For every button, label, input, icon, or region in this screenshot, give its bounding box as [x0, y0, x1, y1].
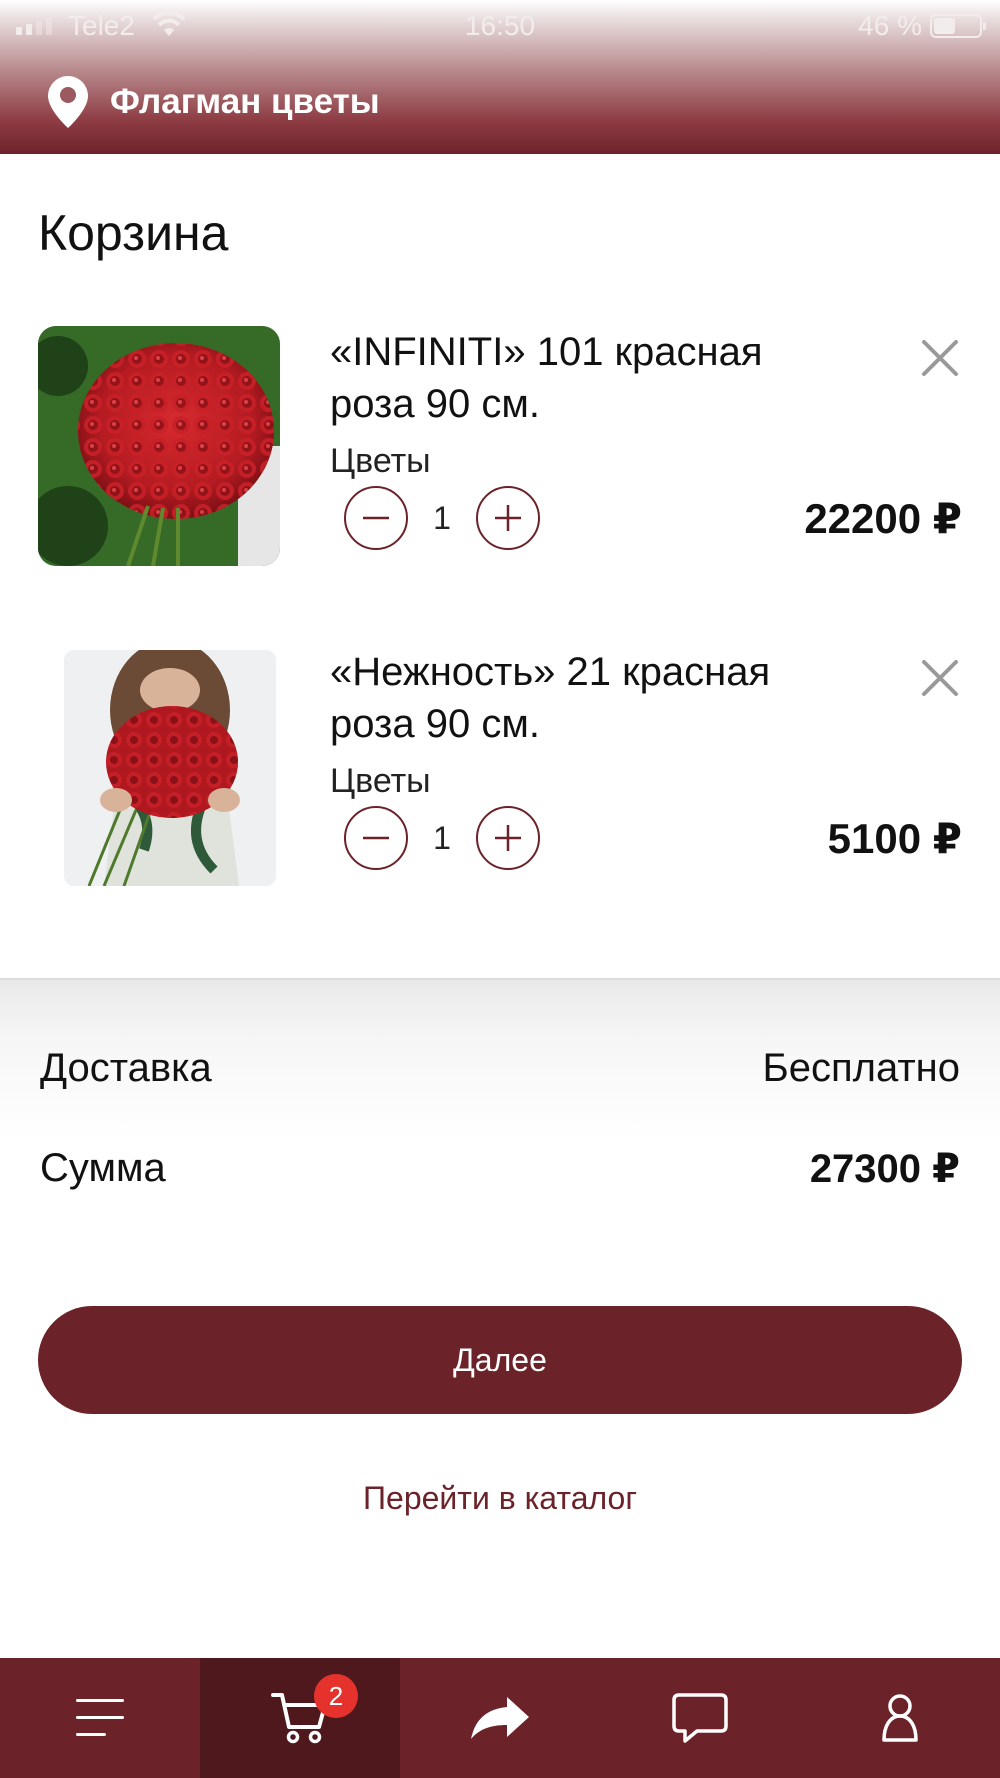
order-summary: Доставка Бесплатно Сумма 27300 ₽ [0, 978, 1000, 1228]
battery-percentage: 46 % [858, 10, 922, 41]
minus-icon [363, 836, 389, 840]
status-time: 16:50 [464, 10, 536, 41]
product-title[interactable]: «Нежность» 21 красная роза 90 см. [330, 646, 830, 750]
status-bar: Tele2 16:50 46 % [0, 0, 1000, 50]
tab-chat[interactable] [600, 1658, 800, 1778]
plus-icon [495, 825, 521, 851]
tab-menu[interactable] [0, 1658, 200, 1778]
battery-icon [930, 14, 986, 38]
delivery-value: Бесплатно [762, 1046, 960, 1090]
go-to-catalog-link[interactable]: Перейти в каталог [0, 1480, 1000, 1517]
cart-count-badge: 2 [314, 1674, 358, 1718]
menu-icon [76, 1699, 124, 1736]
decrease-quantity-button[interactable] [344, 806, 408, 870]
tab-share[interactable] [400, 1658, 600, 1778]
app-header: Tele2 16:50 46 % Флагман цветы [0, 0, 1000, 154]
total-label: Сумма [40, 1146, 166, 1190]
location-pin-icon [48, 76, 88, 128]
delivery-row: Доставка Бесплатно [40, 1046, 960, 1091]
quantity-stepper: 1 [344, 486, 540, 550]
bottom-tab-bar: 2 [0, 1658, 1000, 1778]
product-category: Цветы [330, 762, 431, 800]
next-button[interactable]: Далее [38, 1306, 962, 1414]
increase-quantity-button[interactable] [476, 806, 540, 870]
minus-icon [363, 516, 389, 520]
store-name: Флагман цветы [110, 82, 380, 121]
tab-profile[interactable] [800, 1658, 1000, 1778]
share-icon [471, 1697, 529, 1739]
quantity-stepper: 1 [344, 806, 540, 870]
increase-quantity-button[interactable] [476, 486, 540, 550]
decrease-quantity-button[interactable] [344, 486, 408, 550]
product-image[interactable] [64, 650, 276, 886]
chat-icon [672, 1693, 728, 1743]
product-category: Цветы [330, 442, 431, 480]
product-title[interactable]: «INFINITI» 101 красная роза 90 см. [330, 326, 830, 430]
remove-item-icon[interactable] [918, 656, 962, 700]
cart-item: «INFINITI» 101 красная роза 90 см. Цветы… [0, 326, 1000, 576]
quantity-value: 1 [433, 819, 451, 856]
cart-item: «Нежность» 21 красная роза 90 см. Цветы … [0, 646, 1000, 896]
product-price: 22200 ₽ [804, 495, 962, 542]
remove-item-icon[interactable] [918, 336, 962, 380]
total-row: Сумма 27300 ₽ [40, 1146, 960, 1192]
quantity-value: 1 [433, 499, 451, 536]
page-title: Корзина [38, 205, 229, 261]
plus-icon [495, 505, 521, 531]
total-value: 27300 ₽ [809, 1147, 960, 1191]
profile-icon [882, 1694, 918, 1742]
product-image[interactable] [38, 326, 280, 566]
product-price: 5100 ₽ [827, 815, 962, 862]
delivery-label: Доставка [40, 1046, 212, 1090]
tab-cart[interactable]: 2 [200, 1658, 400, 1778]
store-selector[interactable]: Флагман цветы [48, 76, 380, 128]
